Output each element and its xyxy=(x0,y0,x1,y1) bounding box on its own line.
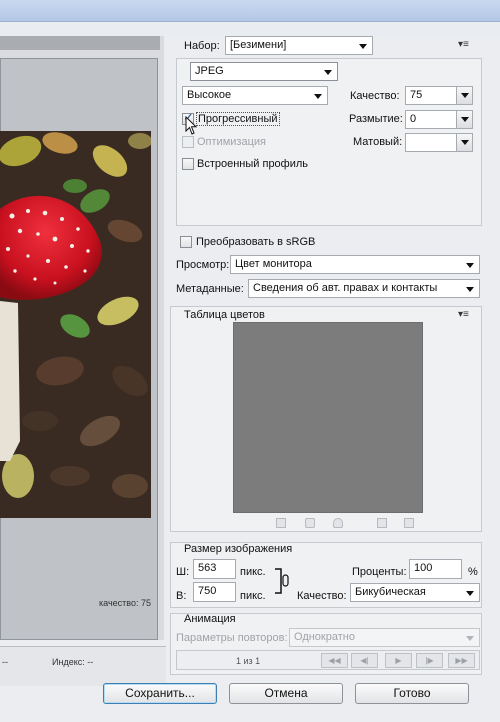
prev-frame-icon[interactable]: ◀| xyxy=(351,653,378,668)
save-button[interactable]: Сохранить... xyxy=(103,683,217,704)
percent-label: Проценты: xyxy=(352,566,407,578)
height-label: В: xyxy=(176,590,187,602)
width-value: 563 xyxy=(198,562,217,574)
window-title-bar xyxy=(0,0,500,22)
quality-preset-dropdown[interactable]: Высокое xyxy=(182,86,328,105)
last-frame-icon[interactable]: ▶▶ xyxy=(448,653,475,668)
progressive-label: Прогрессивный xyxy=(196,112,280,126)
quality-value: 75 xyxy=(410,89,423,101)
percent-field[interactable]: 100 xyxy=(409,559,462,579)
embed-profile-checkbox[interactable] xyxy=(182,158,194,170)
preview-dropdown[interactable]: Цвет монитора xyxy=(230,255,480,274)
image-size-title: Размер изображения xyxy=(184,543,293,555)
metadata-dropdown[interactable]: Сведения об авт. правах и контакты xyxy=(248,279,480,298)
quality-preset-value: Высокое xyxy=(187,89,232,101)
format-value: JPEG xyxy=(195,65,224,77)
format-dropdown[interactable]: JPEG xyxy=(190,62,338,81)
window-toolbar-strip xyxy=(0,22,500,36)
color-table-menu-icon[interactable]: ▾≡ xyxy=(458,310,470,320)
width-unit: пикс. xyxy=(240,566,266,578)
web-shift-icon[interactable] xyxy=(305,518,315,528)
optimized-checkbox[interactable] xyxy=(182,136,194,148)
percent-unit: % xyxy=(468,566,478,578)
status-dash: -- xyxy=(2,657,8,667)
preview-quality-label: качество: 75 xyxy=(99,598,151,608)
blur-dropdown-button[interactable] xyxy=(456,111,472,128)
preset-dropdown[interactable]: [Безимени] xyxy=(225,36,373,55)
optimized-label: Оптимизация xyxy=(197,136,266,148)
cancel-button[interactable]: Отмена xyxy=(229,683,343,704)
panel-menu-icon[interactable]: ▾≡ xyxy=(458,40,470,50)
matte-field[interactable] xyxy=(405,133,473,152)
convert-srgb-label: Преобразовать в sRGB xyxy=(196,236,316,248)
color-table-title: Таблица цветов xyxy=(184,309,265,321)
play-icon[interactable]: ▶ xyxy=(385,653,412,668)
blur-field[interactable]: 0 xyxy=(405,110,473,129)
color-table-swatch xyxy=(233,322,423,513)
quality-label: Качество: xyxy=(350,90,400,102)
height-value: 750 xyxy=(198,585,217,597)
mouse-cursor-icon xyxy=(185,116,198,135)
height-unit: пикс. xyxy=(240,590,266,602)
preview-tab-strip xyxy=(0,36,160,50)
quality-field[interactable]: 75 xyxy=(405,86,473,105)
done-button[interactable]: Готово xyxy=(355,683,469,704)
preset-value: [Безимени] xyxy=(230,39,287,51)
mushroom-photo xyxy=(0,131,151,518)
preview-label: Просмотр: xyxy=(176,259,230,271)
blur-label: Размытие: xyxy=(349,113,403,125)
preset-label: Набор: xyxy=(184,40,220,52)
width-field[interactable]: 563 xyxy=(193,559,236,579)
new-color-icon[interactable] xyxy=(377,518,387,528)
resample-quality-value: Бикубическая xyxy=(355,586,426,598)
map-color-icon[interactable] xyxy=(276,518,286,528)
animation-title: Анимация xyxy=(184,613,236,625)
loop-dropdown[interactable]: Однократно xyxy=(289,628,480,647)
height-field[interactable]: 750 xyxy=(193,582,236,602)
first-frame-icon[interactable]: ◀◀ xyxy=(321,653,348,668)
quality-dropdown-button[interactable] xyxy=(456,87,472,104)
resample-quality-dropdown[interactable]: Бикубическая xyxy=(350,583,480,602)
metadata-value: Сведения об авт. правах и контакты xyxy=(253,282,438,294)
chain-link-icon[interactable] xyxy=(273,566,289,596)
percent-value: 100 xyxy=(414,562,433,574)
embed-profile-label: Встроенный профиль xyxy=(197,158,309,170)
index-label: Индекс: -- xyxy=(52,657,94,667)
metadata-label: Метаданные: xyxy=(176,283,244,295)
resample-quality-label: Качество: xyxy=(297,590,347,602)
frame-counter: 1 из 1 xyxy=(236,656,261,666)
preview-value: Цвет монитора xyxy=(235,258,312,270)
matte-dropdown-button[interactable] xyxy=(456,134,472,151)
next-frame-icon[interactable]: |▶ xyxy=(416,653,443,668)
loop-value: Однократно xyxy=(294,631,355,643)
convert-srgb-checkbox[interactable] xyxy=(180,236,192,248)
preview-image[interactable] xyxy=(0,131,151,518)
delete-color-icon[interactable] xyxy=(404,518,414,528)
blur-value: 0 xyxy=(410,113,417,125)
matte-label: Матовый: xyxy=(353,136,403,148)
width-label: Ш: xyxy=(176,566,190,578)
lock-color-icon[interactable] xyxy=(333,518,343,528)
loop-label: Параметры повторов: xyxy=(176,632,288,644)
